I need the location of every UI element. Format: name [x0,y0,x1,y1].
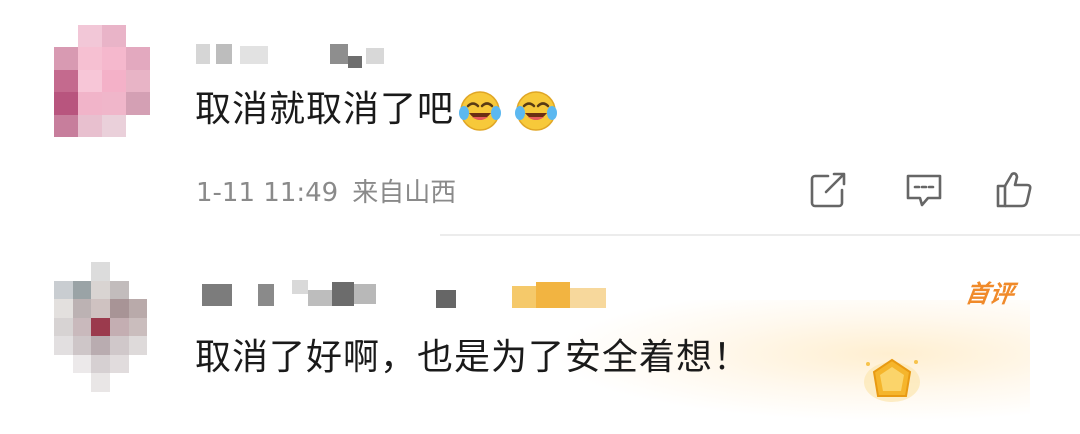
crying-laughing-emoji [459,91,502,131]
comment-text: 取消了好啊，也是为了安全着想！ [195,337,751,378]
avatar[interactable] [54,25,150,137]
username-redacted[interactable] [196,44,396,68]
share-icon[interactable] [806,168,850,212]
comment-item: 取消就取消了吧 1-11 11:49 来自山西 [0,0,1080,236]
comment-location: 来自山西 [352,178,457,208]
like-icon[interactable] [992,168,1036,212]
comment-item: 首评 取消了好啊，也是为了安全着想！ [0,236,1080,434]
comment-icon[interactable] [902,168,946,212]
comment-text: 取消就取消了吧 [195,88,558,133]
crying-laughing-emoji [515,91,558,131]
comment-date: 1-11 11:49 [196,178,339,208]
medal-icon [864,358,920,402]
username-redacted[interactable] [196,280,616,308]
avatar[interactable] [54,262,166,392]
comment-meta: 1-11 11:49 来自山西 [196,172,456,209]
first-comment-badge: 首评 [963,280,1016,308]
